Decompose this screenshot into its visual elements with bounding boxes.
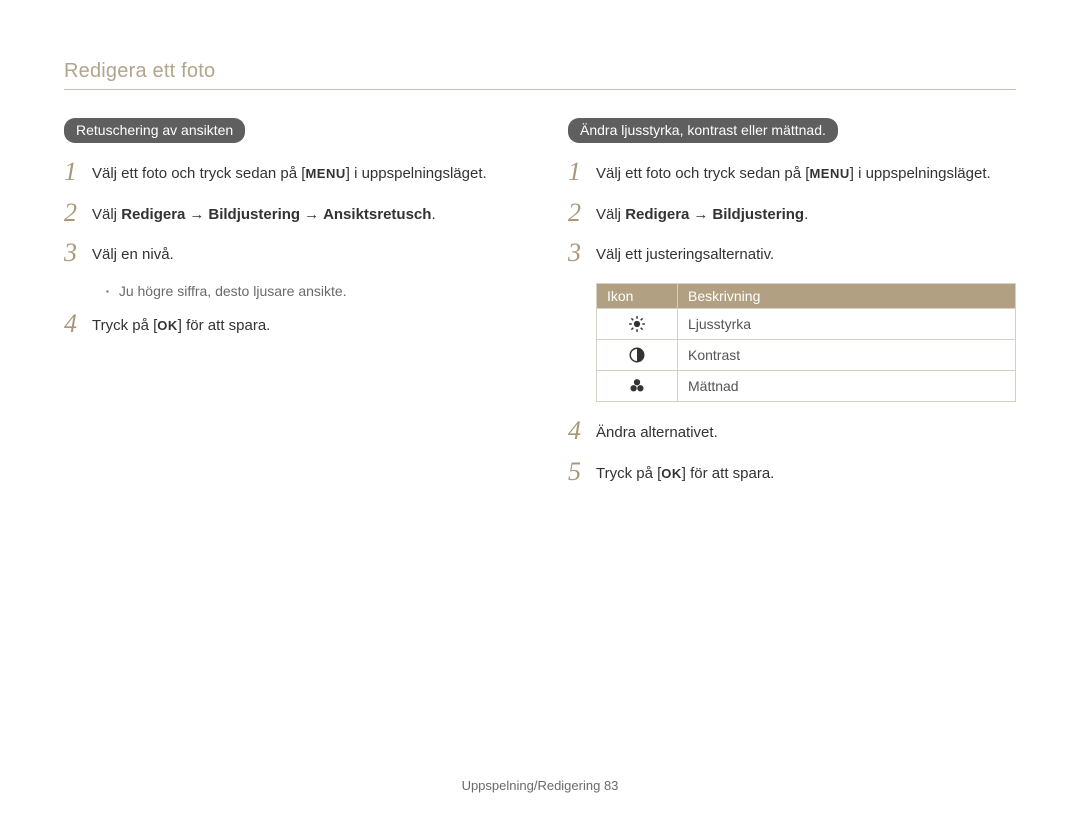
table-cell-desc: Kontrast <box>678 339 1016 370</box>
note-item: Ju högre siffra, desto ljusare ansikte. <box>106 283 512 299</box>
step-number: 1 <box>64 159 92 185</box>
step-text: Välj ett foto och tryck sedan på [MENU] … <box>596 161 1016 186</box>
saturation-icon <box>597 371 678 402</box>
table-row: Ljusstyrka <box>597 308 1016 339</box>
arrow-icon: → <box>185 206 208 223</box>
right-step-3: 3 Välj ett justeringsalternativ. <box>568 242 1016 267</box>
menu-button-glyph: MENU <box>305 164 345 184</box>
contrast-icon <box>597 339 678 370</box>
table-header-row: Ikon Beskrivning <box>597 283 1016 308</box>
table-row: Mättnad <box>597 371 1016 402</box>
arrow-icon: → <box>689 206 712 223</box>
adjustment-table: Ikon Beskrivning Ljusstyrka <box>596 283 1016 403</box>
step-number: 4 <box>568 418 596 444</box>
step-text: Välj Redigera→Bildjustering. <box>596 202 1016 227</box>
menu-button-glyph: MENU <box>809 164 849 184</box>
step-number: 2 <box>568 200 596 226</box>
left-step-2: 2 Välj Redigera→Bildjustering→Ansiktsret… <box>64 202 512 227</box>
step-text: Tryck på [OK] för att spara. <box>596 461 1016 486</box>
step-number: 2 <box>64 200 92 226</box>
footer-page-number: 83 <box>604 778 618 793</box>
step-text: Välj Redigera→Bildjustering→Ansiktsretus… <box>92 202 512 227</box>
step-text: Ändra alternativet. <box>596 420 1016 445</box>
step-number: 4 <box>64 311 92 337</box>
left-heading-pill: Retuschering av ansikten <box>64 118 245 143</box>
left-column: Retuschering av ansikten 1 Välj ett foto… <box>64 118 512 501</box>
step-number: 1 <box>568 159 596 185</box>
left-step-1: 1 Välj ett foto och tryck sedan på [MENU… <box>64 161 512 186</box>
step-text: Välj ett foto och tryck sedan på [MENU] … <box>92 161 512 186</box>
right-step-4: 4 Ändra alternativet. <box>568 420 1016 445</box>
right-step-5: 5 Tryck på [OK] för att spara. <box>568 461 1016 486</box>
table-head-icon: Ikon <box>597 283 678 308</box>
step-number: 3 <box>64 240 92 266</box>
table-head-desc: Beskrivning <box>678 283 1016 308</box>
step-text: Välj en nivå. <box>92 242 512 267</box>
right-heading-pill: Ändra ljusstyrka, kontrast eller mättnad… <box>568 118 838 143</box>
table-cell-desc: Mättnad <box>678 371 1016 402</box>
step-number: 3 <box>568 240 596 266</box>
left-note-list: Ju högre siffra, desto ljusare ansikte. <box>106 283 512 299</box>
footer-section: Uppspelning/Redigering <box>462 778 601 793</box>
table-row: Kontrast <box>597 339 1016 370</box>
content-columns: Retuschering av ansikten 1 Välj ett foto… <box>64 118 1016 501</box>
left-step-4: 4 Tryck på [OK] för att spara. <box>64 313 512 338</box>
ok-button-glyph: OK <box>157 316 178 336</box>
manual-page: Redigera ett foto Retuschering av ansikt… <box>0 0 1080 815</box>
right-column: Ändra ljusstyrka, kontrast eller mättnad… <box>568 118 1016 501</box>
arrow-icon: → <box>300 206 323 223</box>
step-text: Tryck på [OK] för att spara. <box>92 313 512 338</box>
page-footer: Uppspelning/Redigering 83 <box>0 778 1080 793</box>
ok-button-glyph: OK <box>661 464 682 484</box>
step-text: Välj ett justeringsalternativ. <box>596 242 1016 267</box>
right-step-2: 2 Välj Redigera→Bildjustering. <box>568 202 1016 227</box>
page-title: Redigera ett foto <box>64 60 1016 90</box>
table-cell-desc: Ljusstyrka <box>678 308 1016 339</box>
brightness-icon <box>597 308 678 339</box>
left-step-3: 3 Välj en nivå. <box>64 242 512 267</box>
step-number: 5 <box>568 459 596 485</box>
right-step-1: 1 Välj ett foto och tryck sedan på [MENU… <box>568 161 1016 186</box>
